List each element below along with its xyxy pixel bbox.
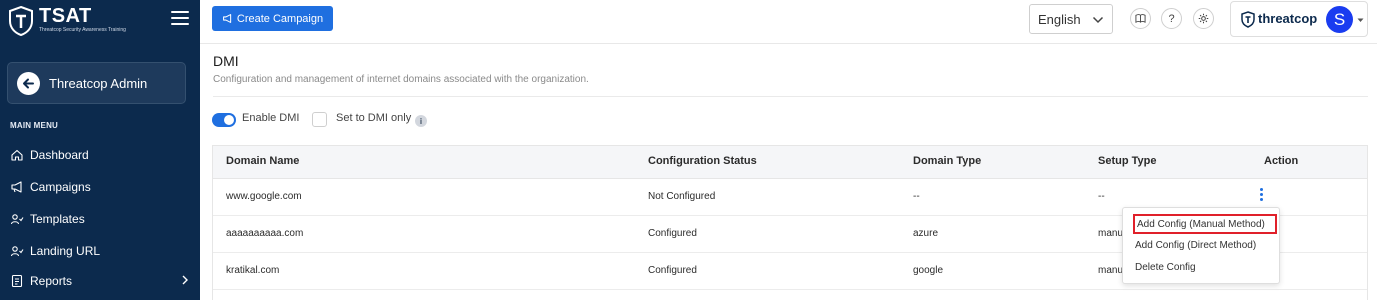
language-value: English [1038,11,1081,27]
sidebar-item-label: Dashboard [30,148,89,162]
delete-config-menu-item[interactable]: Delete Config [1123,257,1279,277]
admin-label: Threatcop Admin [49,76,148,91]
table-header: Domain Name Configuration Status Domain … [213,146,1367,179]
main-menu-heading: MAIN MENU [10,121,59,130]
column-header: Domain Name [226,155,300,167]
add-config-manual-menu-item[interactable]: Add Config (Manual Method) [1133,214,1277,234]
gear-icon[interactable] [1193,8,1214,29]
sidebar-item-label: Templates [30,212,85,226]
setup-type-cell: manu [1098,228,1124,239]
users-icon [10,244,24,258]
account-menu[interactable]: threatcop S [1230,1,1368,37]
users-icon [10,212,24,226]
domain-type-cell: azure [913,228,939,239]
avatar[interactable]: S [1326,6,1353,33]
setup-type-cell: manu [1098,265,1124,276]
book-icon[interactable] [1130,8,1151,29]
admin-switch-card[interactable]: Threatcop Admin [7,62,186,104]
domain-type-cell: -- [913,191,920,202]
create-campaign-button[interactable]: Create Campaign [212,6,333,31]
domain-type-cell: google [913,265,944,276]
tsat-logo[interactable]: TSAT Threatcop Security Awareness Traini… [8,4,148,40]
page-description: Configuration and management of internet… [213,74,589,85]
sidebar-item-dashboard[interactable]: Dashboard [10,145,192,165]
top-bar: Create Campaign English ? threatcop S [200,0,1377,44]
hamburger-menu-icon[interactable] [171,11,189,25]
column-header: Domain Type [913,155,982,167]
divider [213,96,1368,97]
threatcop-shield-icon [1241,11,1255,28]
create-campaign-label: Create Campaign [236,12,324,25]
company-name: threatcop [1258,11,1318,26]
domain-name-cell: www.google.com [226,191,302,202]
setup-type-cell: -- [1098,191,1105,202]
status-cell: Configured [648,265,697,276]
logo-subtitle: Threatcop Security Awareness Training [39,27,126,33]
home-icon [10,148,24,162]
help-glyph: ? [1168,12,1175,25]
sidebar: TSAT Threatcop Security Awareness Traini… [0,0,200,300]
sidebar-item-reports[interactable]: Reports [10,271,192,291]
domain-name-cell: kratikal.com [226,265,280,276]
page-title: DMI [213,53,239,69]
help-icon[interactable]: ? [1161,8,1182,29]
sidebar-item-templates[interactable]: Templates [10,209,192,229]
info-icon[interactable]: i [415,115,427,127]
enable-dmi-label: Enable DMI [242,112,300,124]
megaphone-icon [10,180,24,194]
sidebar-item-label: Reports [30,274,73,288]
status-cell: Not Configured [648,191,716,202]
sidebar-item-landing-url[interactable]: Landing URL [10,241,192,261]
sidebar-item-campaigns[interactable]: Campaigns [10,177,192,197]
domain-name-cell: aaaaaaaaaa.com [226,228,304,239]
back-arrow-icon[interactable] [17,72,40,95]
info-glyph: i [419,116,423,126]
language-select[interactable]: English [1029,4,1113,34]
status-cell: Configured [648,228,697,239]
add-config-direct-menu-item[interactable]: Add Config (Direct Method) [1123,235,1279,255]
caret-down-icon [1357,18,1364,22]
column-header: Setup Type [1098,155,1157,167]
dmi-only-label: Set to DMI only [336,112,412,124]
report-icon [10,274,24,288]
more-vertical-icon[interactable] [1258,188,1264,206]
shield-logo-icon [9,6,33,36]
action-dropdown-menu: Add Config (Manual Method) Add Config (D… [1122,207,1280,284]
column-header: Action [1264,155,1299,167]
enable-dmi-toggle[interactable] [212,113,236,127]
sidebar-item-label: Campaigns [30,180,91,194]
dmi-only-checkbox[interactable] [312,112,327,127]
megaphone-icon [222,14,232,23]
avatar-letter: S [1333,9,1346,29]
chevron-down-icon [1092,16,1104,24]
sidebar-item-label: Landing URL [30,244,101,258]
logo-title: TSAT [39,5,92,27]
chevron-right-icon [180,274,190,289]
column-header: Configuration Status [648,155,757,167]
